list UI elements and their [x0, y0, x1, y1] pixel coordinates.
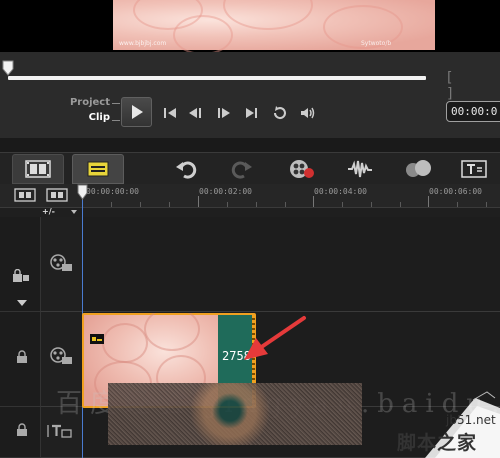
ruler-label-2: 00:00:04:00 — [314, 187, 367, 196]
mark-in-out-brackets[interactable]: [ ] — [447, 70, 487, 102]
video-track-icon — [50, 254, 72, 271]
previous-frame-icon[interactable] — [186, 104, 206, 122]
timecode-display[interactable]: 00:00:0 — [446, 101, 500, 122]
track-lock-icon[interactable] — [16, 423, 28, 437]
scrub-bar[interactable] — [8, 76, 426, 80]
track-manager-icons — [14, 188, 74, 204]
redo-button[interactable] — [216, 154, 268, 184]
expand-track-icon[interactable] — [16, 299, 28, 307]
preview-frame: www.bjbjbj.com Sytwoto/b — [113, 0, 435, 55]
chapter-icon[interactable] — [46, 188, 68, 202]
chevron-down-icon[interactable] — [70, 209, 78, 215]
track-subheader: +/- — [0, 207, 500, 217]
watermark-brand: 脚本之家 — [397, 432, 478, 454]
image-noise-overlay — [108, 383, 362, 445]
undo-button[interactable] — [160, 154, 212, 184]
title-track-header — [0, 407, 40, 458]
undo-icon — [176, 161, 197, 179]
track-lock-icon[interactable] — [16, 350, 28, 364]
next-frame-icon[interactable] — [214, 104, 234, 122]
panel-divider — [0, 138, 500, 152]
video-track-type — [40, 217, 82, 312]
title-track-icon — [47, 424, 72, 438]
record-capture-icon — [290, 160, 314, 178]
timeline-ruler-row: 00:00:00:00 00:00:02:00 00:00:04:00 00:0… — [0, 184, 500, 208]
overlay-track-icon — [50, 347, 72, 364]
title-text-icon — [461, 160, 487, 178]
end-icon[interactable] — [242, 104, 262, 122]
timeline-view-button[interactable] — [72, 154, 124, 184]
play-button[interactable] — [121, 97, 152, 127]
audio-waveform-icon — [348, 160, 372, 178]
video-track-header — [0, 217, 40, 312]
home-icon[interactable] — [160, 104, 180, 122]
watermark-site: jb51.net — [446, 413, 496, 427]
redo-icon — [231, 161, 252, 179]
project-mode-label[interactable]: Project — [60, 96, 110, 109]
track-lock-icon[interactable] — [12, 269, 30, 283]
timeline-toolbar — [0, 152, 500, 184]
preview-watermark-left: www.bjbjbj.com — [119, 40, 167, 47]
mode-labels: Project Clip — [60, 96, 110, 127]
title-button[interactable] — [448, 154, 500, 184]
ruler-label-3: 00:00:06:00 — [429, 187, 482, 196]
project-mode-tick — [112, 103, 120, 104]
sound-mixer-button[interactable] — [334, 154, 386, 184]
zoom-control-label[interactable]: +/- — [42, 207, 55, 216]
video-track[interactable] — [82, 217, 500, 312]
storyboard-view-button[interactable] — [12, 154, 64, 184]
repeat-icon[interactable] — [270, 104, 290, 122]
scrub-handle[interactable] — [2, 60, 14, 76]
preview-area: www.bjbjbj.com Sytwoto/b — [0, 0, 500, 55]
play-icon — [132, 105, 143, 119]
overlay-track-header — [0, 312, 40, 407]
clip-mode-label[interactable]: Clip — [60, 109, 110, 127]
record-capture-button[interactable] — [276, 154, 328, 184]
auto-music-icon — [406, 160, 431, 177]
preview-watermark-right: Sytwoto/b — [361, 40, 392, 47]
annotation-arrow-icon — [244, 316, 306, 360]
clip-effect-icon — [90, 334, 104, 344]
filmstrip-icon — [25, 160, 51, 178]
timeline-view-icon — [87, 161, 109, 177]
ruler-label-0: 00:00:00:00 — [86, 187, 139, 196]
clip-mode-tick — [112, 120, 120, 121]
volume-icon[interactable] — [298, 104, 318, 122]
time-ruler[interactable]: 00:00:00:00 00:00:02:00 00:00:04:00 00:0… — [82, 184, 500, 208]
ruler-label-1: 00:00:02:00 — [199, 187, 252, 196]
playhead-marker[interactable] — [77, 184, 88, 200]
video-editor-window: www.bjbjbj.com Sytwoto/b [ ] Project Cli… — [0, 0, 500, 458]
track-manager-icon[interactable] — [14, 188, 36, 202]
transport-panel: [ ] Project Clip 00:00:0 — [0, 52, 500, 138]
auto-music-button[interactable] — [392, 154, 444, 184]
